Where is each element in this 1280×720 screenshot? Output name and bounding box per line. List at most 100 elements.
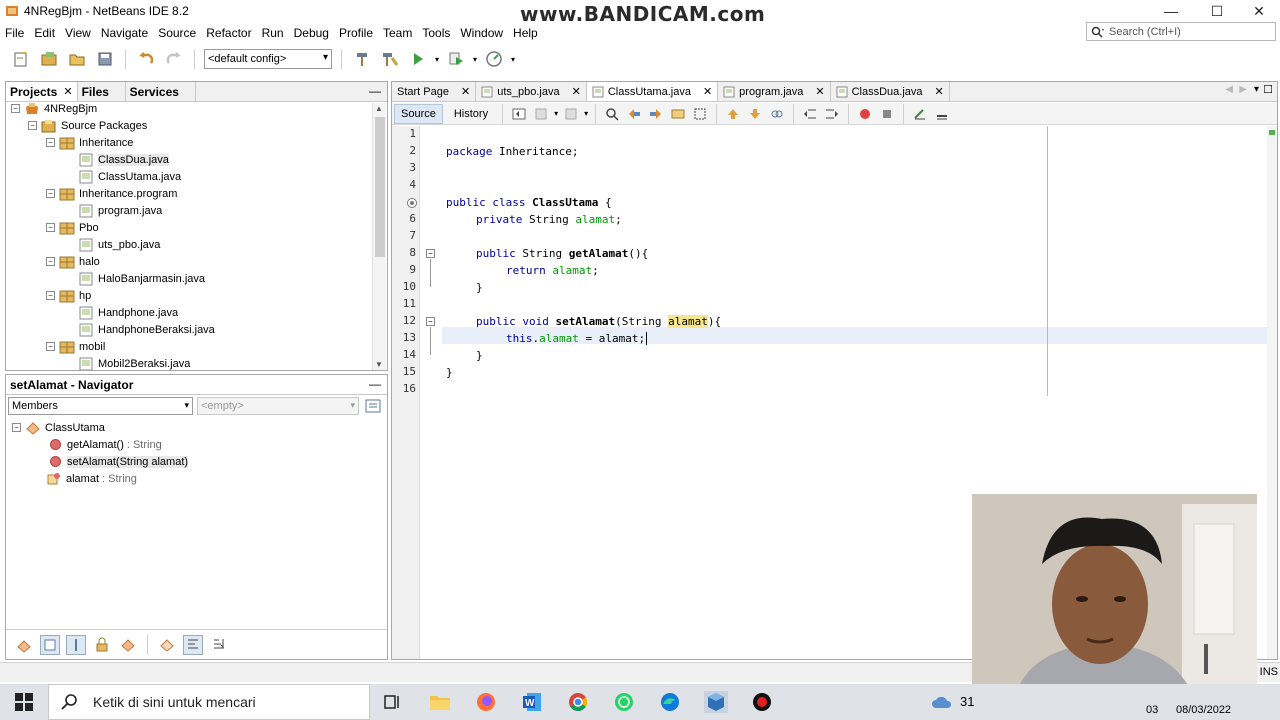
tree-node-file-uts-pbo[interactable]: uts_pbo.java — [78, 236, 160, 253]
comment-button[interactable] — [911, 105, 929, 123]
maximize-editor-icon[interactable]: ☐ — [1263, 83, 1273, 96]
show-inherited-button[interactable] — [14, 635, 34, 655]
back-button[interactable] — [532, 105, 550, 123]
next-bookmark-button[interactable] — [746, 105, 764, 123]
chrome-button[interactable] — [566, 691, 590, 713]
tree-node-project[interactable]: − 4NRegBjm — [11, 103, 97, 117]
maximize-button[interactable]: ☐ — [1194, 0, 1240, 22]
tree-node-package-halo[interactable]: − halo — [46, 253, 100, 270]
menu-window[interactable]: Window — [455, 26, 508, 40]
tree-node-package-hp[interactable]: − hp — [46, 287, 91, 304]
clean-build-button[interactable] — [379, 48, 401, 70]
toggle-bookmark-button[interactable] — [768, 105, 786, 123]
navigator-member-row[interactable]: getAlamat() : String — [50, 436, 162, 453]
close-icon[interactable]: ✕ — [63, 85, 72, 98]
menu-edit[interactable]: Edit — [29, 26, 60, 40]
tree-node-file-program[interactable]: program.java — [78, 202, 162, 219]
previous-bookmark-button[interactable] — [724, 105, 742, 123]
toggle-highlight-button[interactable] — [669, 105, 687, 123]
show-inner-classes-button[interactable] — [118, 635, 138, 655]
file-explorer-button[interactable] — [428, 691, 452, 713]
editor-tab-classutama[interactable]: ClassUtama.java ✕ — [586, 82, 719, 101]
tree-node-package-inheritance[interactable]: − Inheritance — [46, 134, 133, 151]
tab-services[interactable]: Services — [126, 82, 196, 101]
collapse-toggle[interactable]: − — [12, 423, 21, 432]
close-icon[interactable]: ✕ — [935, 85, 944, 98]
back-dropdown-icon[interactable]: ▾ — [554, 109, 558, 118]
collapse-toggle[interactable]: − — [11, 104, 20, 113]
menu-source[interactable]: Source — [153, 26, 201, 40]
tab-projects[interactable]: Projects ✕ — [6, 82, 78, 101]
collapse-toggle[interactable]: − — [46, 223, 55, 232]
taskbar-search-box[interactable]: Ketik di sini untuk mencari — [48, 684, 370, 720]
bandicam-button[interactable] — [750, 691, 774, 713]
tree-node-file-halobanjarmasin[interactable]: HaloBanjarmasin.java — [78, 270, 205, 287]
word-button[interactable]: W — [520, 691, 544, 713]
minimize-panel-button[interactable]: — — [369, 84, 381, 98]
navigator-member-row[interactable]: alamat : String — [46, 470, 137, 487]
menu-debug[interactable]: Debug — [289, 26, 334, 40]
tab-files[interactable]: Files — [78, 82, 126, 101]
menu-profile[interactable]: Profile — [334, 26, 378, 40]
weather-widget[interactable] — [930, 691, 954, 713]
run-dropdown-icon[interactable]: ▾ — [435, 55, 439, 64]
save-all-button[interactable] — [94, 48, 116, 70]
stop-macro-button[interactable] — [878, 105, 896, 123]
members-select[interactable]: Members ▾ — [8, 397, 193, 415]
minimize-button[interactable]: — — [1148, 0, 1194, 22]
show-fields-button[interactable] — [40, 634, 60, 655]
undo-button[interactable] — [135, 48, 157, 70]
toggle-rect-selection-button[interactable] — [691, 105, 709, 123]
close-icon[interactable]: ✕ — [703, 85, 712, 98]
profile-project-button[interactable] — [483, 48, 505, 70]
navigator-title[interactable]: setAlamat - Navigator — [6, 375, 138, 394]
navigator-options-button[interactable] — [363, 396, 383, 416]
error-stripe[interactable] — [1267, 126, 1277, 659]
redo-button[interactable] — [163, 48, 185, 70]
forward-dropdown-icon[interactable]: ▾ — [584, 109, 588, 118]
shift-right-button[interactable] — [823, 105, 841, 123]
collapse-toggle[interactable]: − — [46, 189, 55, 198]
tab-list-icon[interactable]: ▾ — [1254, 84, 1259, 95]
edge-button[interactable] — [658, 691, 682, 713]
scroll-up-icon[interactable]: ▲ — [375, 104, 383, 113]
tree-node-file-classdua[interactable]: ClassDua.java — [78, 151, 169, 168]
tree-node-source-packages[interactable]: − Source Packages — [28, 117, 147, 134]
forward-button[interactable] — [562, 105, 580, 123]
config-select[interactable]: <default config> ▾ — [204, 49, 332, 69]
scroll-tabs-right-icon[interactable]: ▶ — [1239, 84, 1247, 95]
fold-toggle-icon[interactable]: − — [426, 249, 435, 258]
show-fqn-button[interactable] — [157, 635, 177, 655]
profile-dropdown-icon[interactable]: ▾ — [511, 55, 515, 64]
editor-tab-classdua[interactable]: ClassDua.java ✕ — [831, 82, 950, 101]
tree-node-package-pbo[interactable]: − Pbo — [46, 219, 99, 236]
close-icon[interactable]: ✕ — [461, 85, 470, 98]
tree-node-package-inheritance-program[interactable]: − Inheritance.program — [46, 185, 177, 202]
menu-tools[interactable]: Tools — [417, 26, 455, 40]
find-previous-button[interactable] — [625, 105, 643, 123]
menu-navigate[interactable]: Navigate — [96, 26, 153, 40]
scroll-down-icon[interactable]: ▼ — [375, 360, 383, 369]
editor-tab-program[interactable]: program.java ✕ — [718, 82, 831, 101]
scroll-tabs-left-icon[interactable]: ◀ — [1225, 84, 1233, 95]
find-next-button[interactable] — [647, 105, 665, 123]
build-project-button[interactable] — [351, 48, 373, 70]
menu-team[interactable]: Team — [378, 26, 417, 40]
new-file-button[interactable] — [10, 48, 32, 70]
collapse-toggle[interactable]: − — [28, 121, 37, 130]
fold-toggle-icon[interactable]: − — [426, 317, 435, 326]
editor-tab-start-page[interactable]: Start Page ✕ — [392, 82, 477, 101]
tree-node-package-mobil[interactable]: − mobil — [46, 338, 105, 355]
history-view-button[interactable]: History — [447, 104, 495, 124]
shift-left-button[interactable] — [801, 105, 819, 123]
uncomment-button[interactable] — [933, 105, 951, 123]
whatsapp-button[interactable] — [612, 691, 636, 713]
menu-help[interactable]: Help — [508, 26, 543, 40]
debug-project-button[interactable] — [445, 48, 467, 70]
virtualbox-button[interactable] — [704, 691, 728, 713]
collapse-toggle[interactable]: − — [46, 342, 55, 351]
task-view-button[interactable] — [380, 691, 404, 713]
ide-search-input[interactable]: Search (Ctrl+I) — [1086, 22, 1276, 41]
menu-refactor[interactable]: Refactor — [201, 26, 256, 40]
sort-by-source-button[interactable] — [183, 634, 203, 655]
